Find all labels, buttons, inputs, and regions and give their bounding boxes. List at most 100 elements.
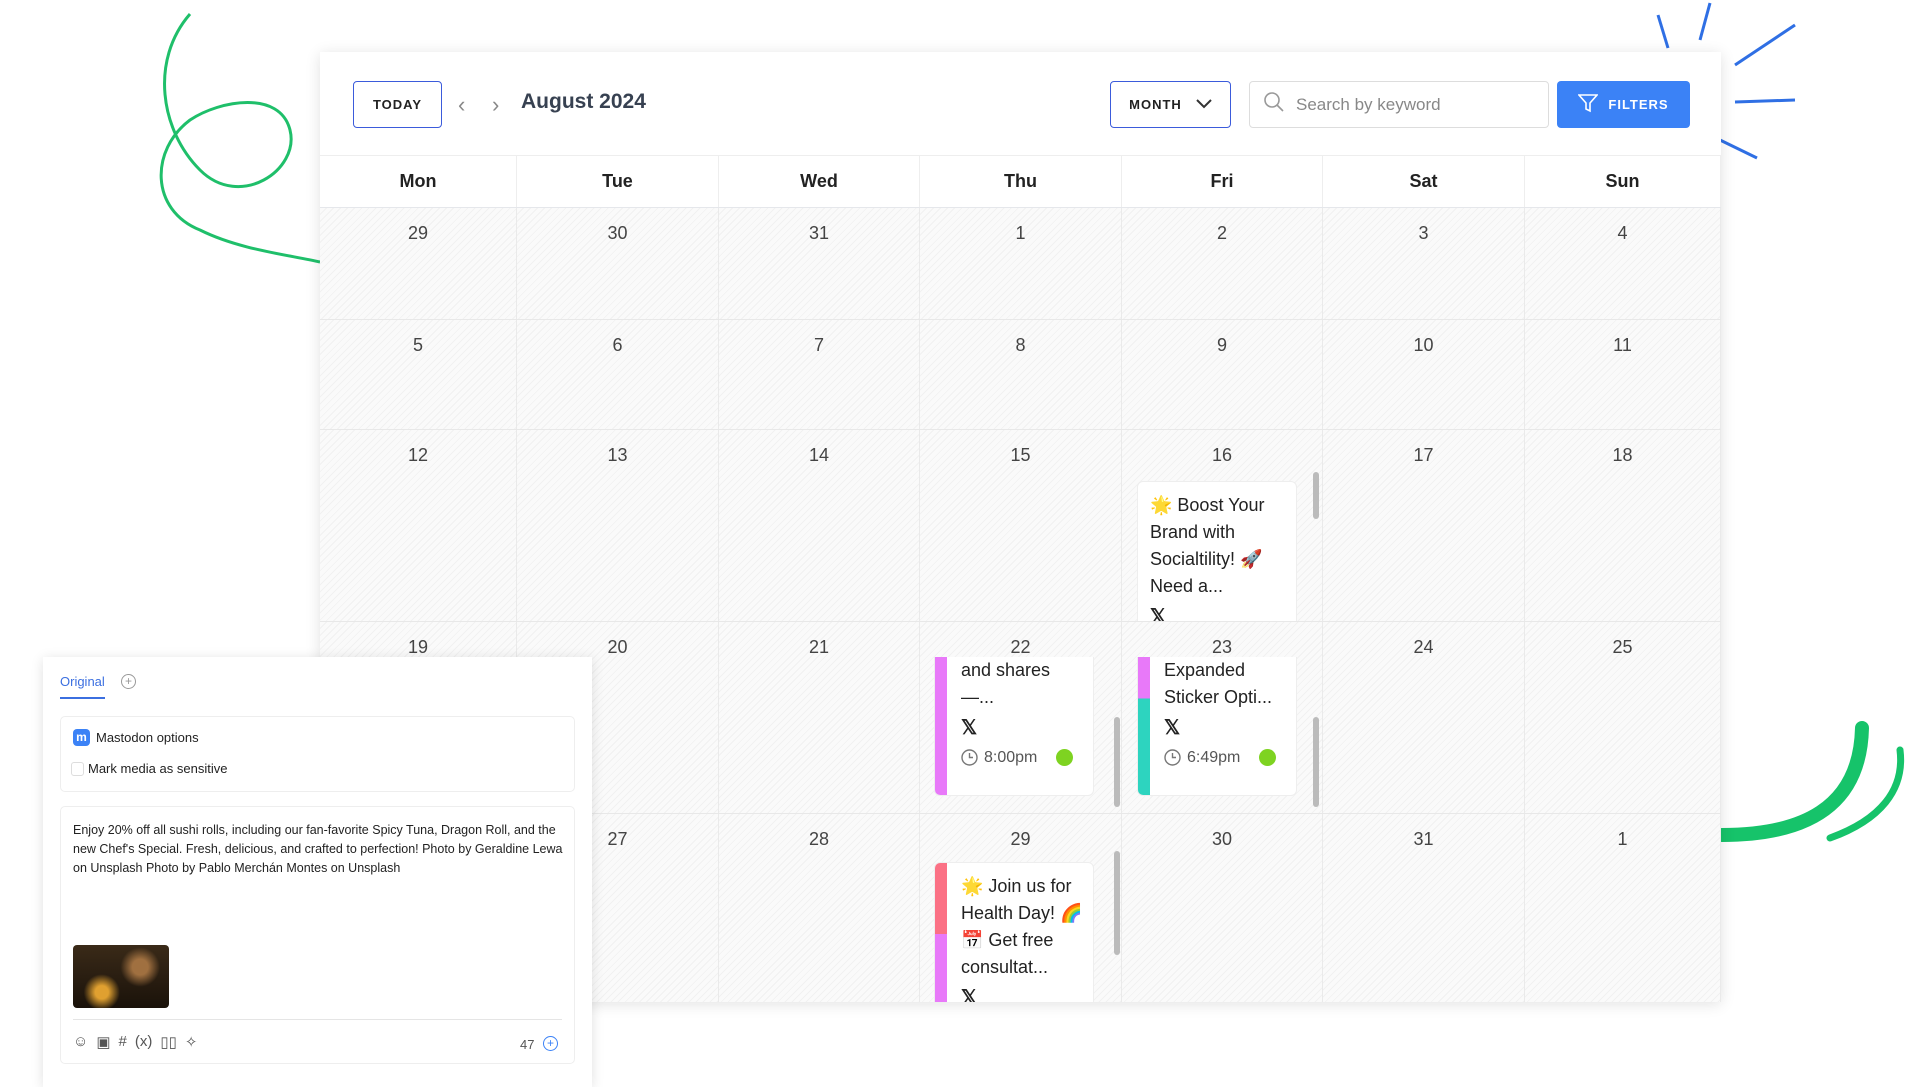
day-cell[interactable]: 1 bbox=[920, 208, 1122, 319]
day-cell[interactable]: 30 bbox=[1122, 814, 1323, 1002]
character-count: 47 bbox=[520, 1037, 535, 1052]
x-network-icon: 𝕏 bbox=[961, 717, 978, 739]
day-number: 31 bbox=[1413, 829, 1434, 849]
image-icon[interactable]: ▣ bbox=[96, 1033, 110, 1051]
variable-icon[interactable]: (x) bbox=[135, 1033, 153, 1051]
day-cell[interactable]: 25 bbox=[1525, 622, 1721, 813]
day-cell[interactable]: 9 bbox=[1122, 320, 1323, 429]
day-cell[interactable]: 12 bbox=[320, 430, 517, 621]
week-row: 29 30 31 1 2 3 4 bbox=[320, 208, 1721, 320]
tab-original[interactable]: Original bbox=[60, 674, 105, 699]
day-number: 27 bbox=[607, 829, 628, 849]
add-thread-icon[interactable]: + bbox=[543, 1036, 558, 1051]
sparkle-ai-icon[interactable]: ✧ bbox=[185, 1033, 198, 1051]
day-16-events: 🌟 Boost Your Brand with Socialtility! 🚀 … bbox=[1137, 472, 1327, 621]
sensitive-checkbox[interactable] bbox=[71, 761, 84, 776]
mastodon-icon: m bbox=[73, 729, 90, 746]
day-cell[interactable]: 11 bbox=[1525, 320, 1721, 429]
event-text: 🌟 Join us for Health Day! 🌈📅 Get free co… bbox=[961, 876, 1083, 977]
event-card[interactable]: 🌟 Join us for Health Day! 🌈📅 Get free co… bbox=[934, 862, 1094, 1002]
day-number: 20 bbox=[607, 637, 628, 657]
day-number: 7 bbox=[813, 335, 824, 355]
day-number: 15 bbox=[1010, 445, 1031, 465]
emoji-icon[interactable]: ☺ bbox=[73, 1033, 88, 1051]
green-swoosh-decoration bbox=[1715, 721, 1905, 842]
scrollbar[interactable] bbox=[1114, 717, 1120, 807]
day-cell[interactable]: 6 bbox=[517, 320, 719, 429]
day-cell[interactable]: 29 bbox=[320, 208, 517, 319]
clock-icon bbox=[961, 749, 978, 766]
scrollbar[interactable] bbox=[1114, 851, 1120, 955]
weekday-header: Mon Tue Wed Thu Fri Sat Sun bbox=[320, 155, 1721, 208]
day-number: 10 bbox=[1413, 335, 1434, 355]
day-cell[interactable]: 4 bbox=[1525, 208, 1721, 319]
weekday-mon: Mon bbox=[320, 156, 517, 207]
day-number: 18 bbox=[1612, 445, 1633, 465]
clock-icon bbox=[1164, 749, 1181, 766]
day-number: 1 bbox=[1617, 829, 1628, 849]
day-cell[interactable]: 21 bbox=[719, 622, 920, 813]
chevron-down-icon bbox=[1196, 97, 1212, 112]
day-cell[interactable]: 24 bbox=[1323, 622, 1525, 813]
day-cell[interactable]: 14 bbox=[719, 430, 920, 621]
day-cell[interactable]: 17 bbox=[1323, 430, 1525, 621]
day-number: 4 bbox=[1617, 223, 1628, 243]
filters-button[interactable]: FILTERS bbox=[1557, 81, 1690, 128]
day-cell[interactable]: 31 bbox=[719, 208, 920, 319]
scrollbar[interactable] bbox=[1313, 717, 1319, 807]
day-number: 11 bbox=[1613, 335, 1632, 355]
day-cell[interactable]: 7 bbox=[719, 320, 920, 429]
search-icon bbox=[1264, 92, 1284, 117]
post-text-editor[interactable]: Enjoy 20% off all sushi rolls, including… bbox=[60, 806, 575, 1064]
day-cell[interactable]: 3 bbox=[1323, 208, 1525, 319]
sensitive-label: Mark media as sensitive bbox=[88, 761, 228, 776]
day-cell[interactable]: 15 bbox=[920, 430, 1122, 621]
day-cell[interactable]: 5 bbox=[320, 320, 517, 429]
day-number: 2 bbox=[1216, 223, 1227, 243]
attached-image[interactable] bbox=[73, 945, 169, 1008]
weekday-sat: Sat bbox=[1323, 156, 1525, 207]
day-number: 1 bbox=[1015, 223, 1026, 243]
day-number: 12 bbox=[407, 445, 429, 465]
post-body[interactable]: Enjoy 20% off all sushi rolls, including… bbox=[73, 821, 563, 878]
hashtag-icon[interactable]: # bbox=[119, 1033, 127, 1051]
search-field[interactable] bbox=[1249, 81, 1549, 128]
green-swirl-decoration bbox=[159, 13, 321, 264]
scrollbar[interactable] bbox=[1313, 472, 1319, 519]
event-color-bar bbox=[935, 863, 947, 1002]
day-23-events: Stickers, Expanded Sticker Opti... 𝕏 6:49p… bbox=[1137, 657, 1327, 812]
event-text: just about likes and shares—... bbox=[961, 660, 1051, 707]
view-label: MONTH bbox=[1129, 97, 1182, 112]
event-card[interactable]: just about likes and shares—... 𝕏 8:00pm bbox=[934, 657, 1094, 796]
event-meta: 8:00pm bbox=[961, 744, 1083, 771]
day-cell[interactable]: 31 bbox=[1323, 814, 1525, 1002]
chevron-left-icon[interactable]: ‹ bbox=[458, 92, 465, 118]
x-network-icon: 𝕏 bbox=[1150, 606, 1167, 621]
event-time: 8:00pm bbox=[984, 749, 1038, 766]
day-cell[interactable]: 2 bbox=[1122, 208, 1323, 319]
day-22-events: just about likes and shares—... 𝕏 8:00pm bbox=[934, 657, 1124, 812]
weekday-tue: Tue bbox=[517, 156, 719, 207]
day-number: 29 bbox=[407, 223, 429, 243]
day-number: 13 bbox=[607, 445, 628, 465]
filters-label: FILTERS bbox=[1608, 97, 1669, 112]
add-tab-icon[interactable]: + bbox=[121, 674, 136, 689]
search-input[interactable] bbox=[1296, 94, 1526, 115]
day-cell[interactable]: 13 bbox=[517, 430, 719, 621]
day-cell[interactable]: 8 bbox=[920, 320, 1122, 429]
event-text: 🌟 Boost Your Brand with Socialtility! 🚀 … bbox=[1150, 495, 1265, 596]
day-number: 29 bbox=[1010, 829, 1031, 849]
event-card[interactable]: 🌟 Boost Your Brand with Socialtility! 🚀 … bbox=[1137, 481, 1297, 621]
day-cell[interactable]: 28 bbox=[719, 814, 920, 1002]
day-cell[interactable]: 10 bbox=[1323, 320, 1525, 429]
day-cell[interactable]: 18 bbox=[1525, 430, 1721, 621]
day-cell[interactable]: 30 bbox=[517, 208, 719, 319]
day-number: 30 bbox=[1211, 829, 1233, 849]
post-composer-panel: Original + m Mastodon options Mark media… bbox=[43, 657, 592, 1087]
chevron-right-icon[interactable]: › bbox=[492, 92, 499, 118]
day-cell[interactable]: 1 bbox=[1525, 814, 1721, 1002]
view-select[interactable]: MONTH bbox=[1110, 81, 1231, 128]
today-button[interactable]: TODAY bbox=[353, 81, 442, 128]
layout-icon[interactable]: ▯▯ bbox=[160, 1033, 177, 1051]
event-card[interactable]: Stickers, Expanded Sticker Opti... 𝕏 6:49p… bbox=[1137, 657, 1297, 796]
